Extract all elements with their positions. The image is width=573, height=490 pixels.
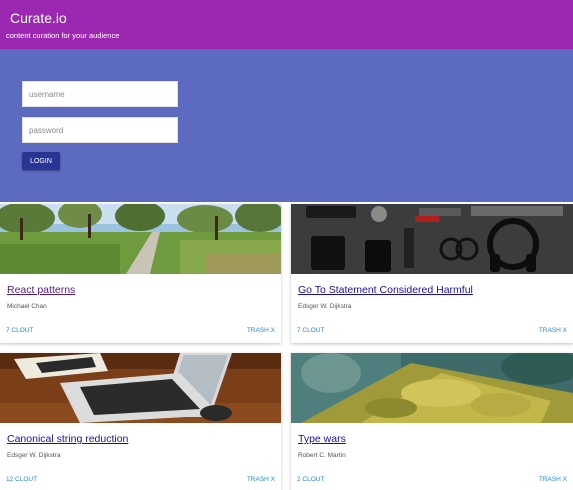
card-author: Edsger W. Dijkstra bbox=[298, 303, 352, 310]
laptop-notebook-image bbox=[0, 353, 281, 423]
username-input[interactable] bbox=[22, 81, 178, 107]
app-subtitle: content curation for your audience bbox=[6, 31, 120, 40]
card-title-link[interactable]: React patterns bbox=[7, 284, 75, 296]
article-card: Go To Statement Considered Harmful Edsge… bbox=[291, 204, 573, 343]
card-title-link[interactable]: Canonical string reduction bbox=[7, 433, 128, 445]
app-title: Curate.io bbox=[10, 10, 67, 26]
card-title-link[interactable]: Go To Statement Considered Harmful bbox=[298, 284, 473, 296]
login-panel: LOGIN bbox=[0, 49, 573, 202]
article-card: Canonical string reduction Edsger W. Dij… bbox=[0, 353, 281, 490]
article-card: React patterns Michael Chan 7 CLOUT TRAS… bbox=[0, 204, 281, 343]
desk-accessories-image bbox=[291, 204, 573, 274]
clout-button[interactable]: 2 CLOUT bbox=[297, 476, 324, 483]
mossy-tree-image bbox=[291, 353, 573, 423]
password-input[interactable] bbox=[22, 117, 178, 143]
card-author: Michael Chan bbox=[7, 303, 47, 310]
trash-button[interactable]: TRASH X bbox=[247, 476, 275, 483]
card-author: Edsger W. Dijkstra bbox=[7, 452, 61, 459]
trash-button[interactable]: TRASH X bbox=[539, 476, 567, 483]
trash-button[interactable]: TRASH X bbox=[247, 327, 275, 334]
login-button[interactable]: LOGIN bbox=[22, 152, 60, 170]
clout-button[interactable]: 12 CLOUT bbox=[6, 476, 37, 483]
card-author: Robert C. Martin bbox=[298, 452, 346, 459]
clout-button[interactable]: 7 CLOUT bbox=[297, 327, 324, 334]
card-title-link[interactable]: Type wars bbox=[298, 433, 346, 445]
article-card: Type wars Robert C. Martin 2 CLOUT TRASH… bbox=[291, 353, 573, 490]
clout-button[interactable]: 7 CLOUT bbox=[6, 327, 33, 334]
trash-button[interactable]: TRASH X bbox=[539, 327, 567, 334]
park-path-image bbox=[0, 204, 281, 274]
app-bar: Curate.io content curation for your audi… bbox=[0, 0, 573, 49]
